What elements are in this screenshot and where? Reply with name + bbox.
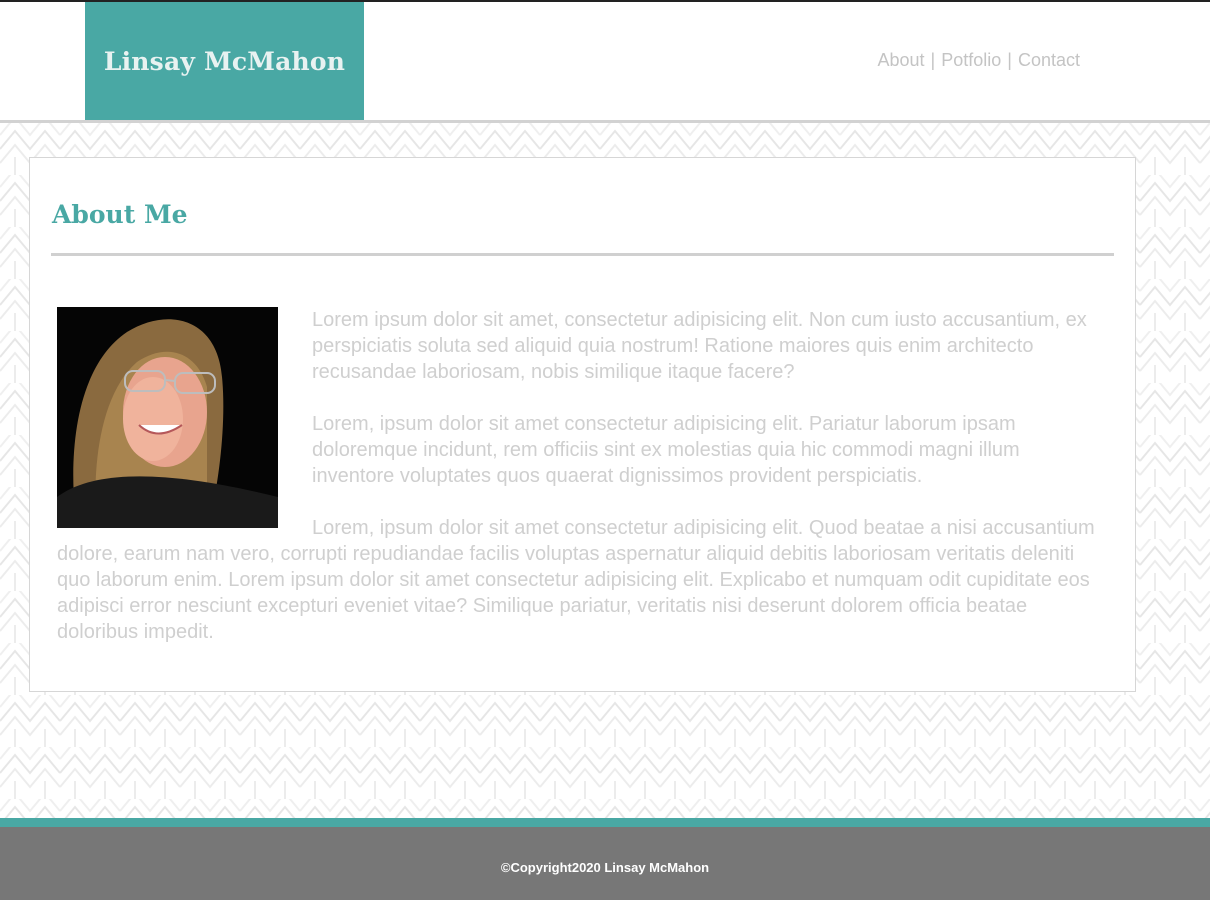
about-paragraph: Lorem, ipsum dolor sit amet consectetur … [57,517,1095,643]
footer-accent-bar [0,818,1210,827]
nav-link-portfolio[interactable]: Potfolio [941,50,1001,71]
site-footer: ©Copyright2020 Linsay McMahon [0,818,1210,900]
nav-separator: | [930,50,936,70]
brand-block[interactable]: Linsay McMahon [85,2,364,121]
nav-link-about[interactable]: About [877,50,924,71]
heading-divider [51,253,1114,256]
about-heading: About Me [52,200,188,229]
site-header: Linsay McMahon About | Potfolio | Contac… [0,2,1210,121]
nav-link-contact[interactable]: Contact [1018,50,1080,71]
about-card: About Me Lorem ipsum dolor sit amet, con… [29,157,1136,692]
nav-separator: | [1007,50,1012,70]
main-nav: About | Potfolio | Contact [877,50,1080,71]
brand-name[interactable]: Linsay McMahon [104,47,345,76]
copyright-text: ©Copyright2020 Linsay McMahon [500,860,710,875]
about-content: Lorem ipsum dolor sit amet, consectetur … [57,307,1102,645]
profile-photo [57,307,278,528]
